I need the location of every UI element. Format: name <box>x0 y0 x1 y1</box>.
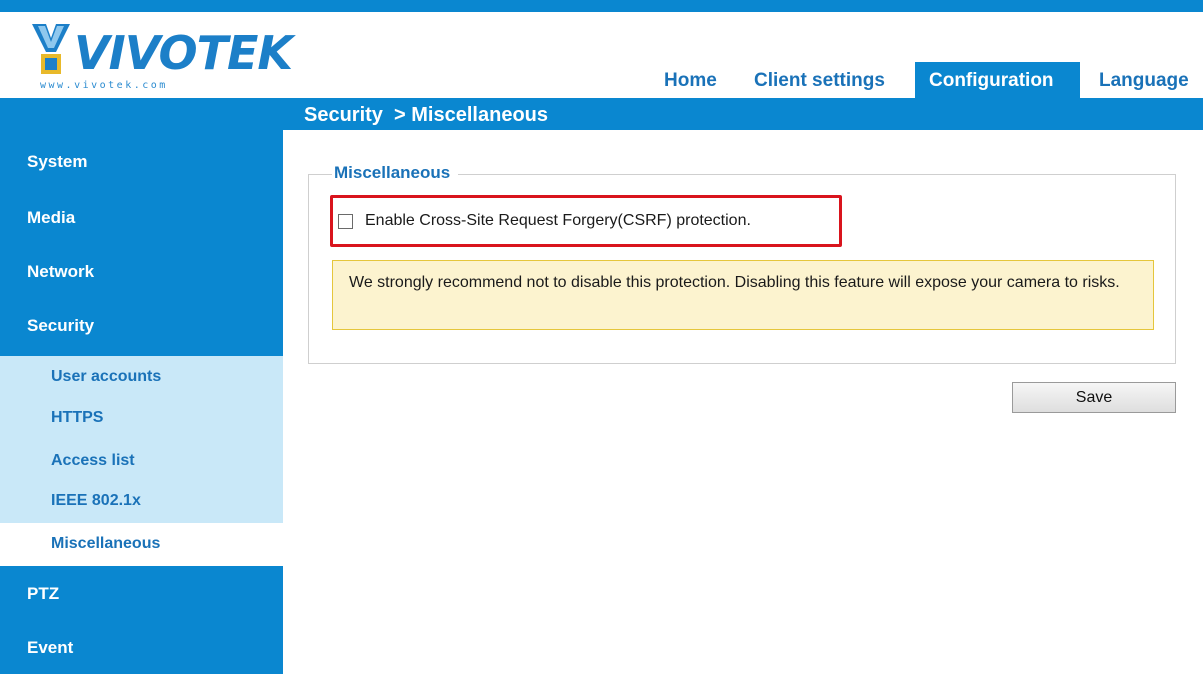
breadcrumb: Security > Miscellaneous <box>304 104 548 126</box>
tab-home[interactable]: Home <box>664 62 717 98</box>
save-button[interactable]: Save <box>1012 382 1176 413</box>
sidebar-item-media[interactable]: Media <box>0 190 283 242</box>
sidebar-subitem-user-accounts[interactable]: User accounts <box>0 356 283 398</box>
csrf-checkbox[interactable] <box>338 213 353 229</box>
sidebar-item-ptz[interactable]: PTZ <box>0 566 283 620</box>
security-submenu: User accounts HTTPS Access list IEEE 802… <box>0 356 283 566</box>
tab-language[interactable]: Language <box>1099 62 1189 98</box>
warning-message: We strongly recommend not to disable thi… <box>332 260 1154 330</box>
fieldset-legend-dash <box>316 174 328 175</box>
sidebar-subitem-access-list[interactable]: Access list <box>0 440 283 482</box>
sidebar: System Media Network Security User accou… <box>0 130 283 674</box>
sidebar-item-security[interactable]: Security <box>0 298 283 350</box>
csrf-option: Enable Cross-Site Request Forgery(CSRF) … <box>338 210 751 232</box>
top-border <box>0 0 1203 12</box>
top-nav: Home Client settings Configuration Langu… <box>0 62 1203 98</box>
tab-client-settings[interactable]: Client settings <box>754 62 885 98</box>
sidebar-subitem-ieee-8021x[interactable]: IEEE 802.1x <box>0 480 283 522</box>
sidebar-subitem-https[interactable]: HTTPS <box>0 397 283 439</box>
sidebar-subitem-miscellaneous[interactable]: Miscellaneous <box>0 523 283 566</box>
sidebar-item-network[interactable]: Network <box>0 244 283 296</box>
csrf-label[interactable]: Enable Cross-Site Request Forgery(CSRF) … <box>365 212 751 230</box>
fieldset-legend: Miscellaneous <box>332 163 459 183</box>
title-bar: Security > Miscellaneous <box>0 98 1203 130</box>
sidebar-item-event[interactable]: Event <box>0 620 283 674</box>
sidebar-item-system[interactable]: System <box>0 134 283 182</box>
tab-configuration[interactable]: Configuration <box>915 62 1080 98</box>
